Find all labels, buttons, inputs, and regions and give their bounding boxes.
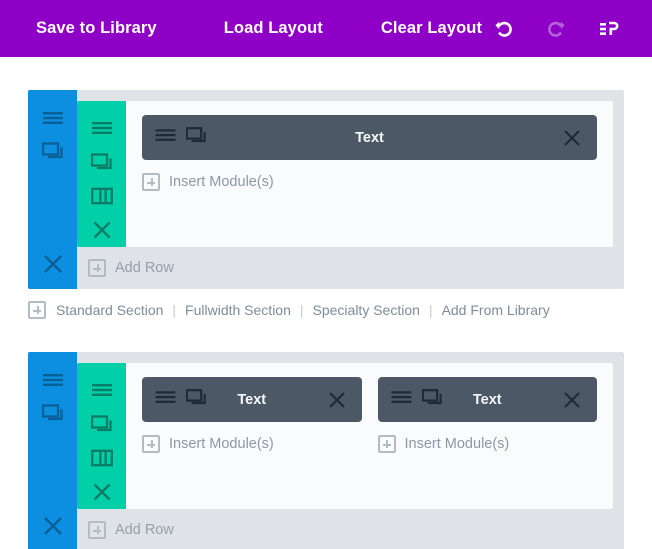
row-1-1[interactable]: Text Insert Module(s) xyxy=(77,101,613,247)
clear-layout-button[interactable]: Clear Layout xyxy=(381,19,482,38)
section-duplicate-icon[interactable] xyxy=(35,134,71,167)
row-columns-icon[interactable] xyxy=(84,441,120,475)
section-1-body: Text Insert Module(s) Add Row xyxy=(77,90,624,289)
row-settings-icon[interactable] xyxy=(84,111,120,145)
module-delete-icon[interactable] xyxy=(561,127,583,149)
section-settings-icon[interactable] xyxy=(35,101,71,134)
section-insert-links-1: Standard Section | Fullwidth Section | S… xyxy=(28,301,624,319)
section-duplicate-icon[interactable] xyxy=(35,396,71,429)
module-title: Text xyxy=(355,129,384,146)
plus-icon xyxy=(377,435,396,453)
plus-icon xyxy=(28,301,46,319)
column-1-1-1[interactable]: Text Insert Module(s) xyxy=(142,115,597,231)
section-block-2: Text Insert Module(s) Text Insert Module… xyxy=(0,352,652,549)
insert-modules-button-3[interactable]: Insert Module(s) xyxy=(377,435,598,453)
add-row-button-1[interactable]: Add Row xyxy=(77,247,624,289)
section-2-body: Text Insert Module(s) Text Insert Module… xyxy=(77,352,624,549)
history-icon[interactable] xyxy=(582,9,634,49)
fullwidth-section-link[interactable]: Fullwidth Section xyxy=(185,302,291,318)
section-2-controls xyxy=(28,352,77,549)
module-delete-icon[interactable] xyxy=(326,389,348,411)
insert-modules-label: Insert Module(s) xyxy=(404,436,510,452)
module-delete-icon[interactable] xyxy=(561,389,583,411)
column-2-1-1[interactable]: Text Insert Module(s) xyxy=(142,377,362,493)
redo-icon[interactable] xyxy=(530,9,582,49)
standard-section-2[interactable]: Text Insert Module(s) Text Insert Module… xyxy=(28,352,624,549)
row-delete-icon[interactable] xyxy=(84,213,120,247)
add-row-button-2[interactable]: Add Row xyxy=(77,509,624,549)
row-settings-icon[interactable] xyxy=(84,373,120,407)
standard-section-link[interactable]: Standard Section xyxy=(56,302,163,318)
row-2-1-columns: Text Insert Module(s) Text Insert Module… xyxy=(126,363,613,509)
section-delete-icon[interactable] xyxy=(35,247,71,280)
plus-icon xyxy=(88,259,106,277)
load-layout-button[interactable]: Load Layout xyxy=(224,19,323,38)
insert-modules-label: Insert Module(s) xyxy=(169,174,274,190)
column-2-1-2[interactable]: Text Insert Module(s) xyxy=(377,377,598,493)
row-1-1-controls xyxy=(77,101,126,247)
insert-modules-button-1[interactable]: Insert Module(s) xyxy=(142,173,597,191)
module-settings-icon[interactable] xyxy=(155,128,176,148)
save-to-library-button[interactable]: Save to Library xyxy=(36,19,157,38)
module-3-icon-group xyxy=(391,388,443,411)
module-text-1[interactable]: Text xyxy=(142,115,597,160)
module-duplicate-icon[interactable] xyxy=(421,388,443,411)
add-from-library-link[interactable]: Add From Library xyxy=(442,302,550,318)
add-row-label: Add Row xyxy=(115,522,174,538)
module-duplicate-icon[interactable] xyxy=(185,388,207,411)
add-row-label: Add Row xyxy=(115,260,174,276)
row-columns-icon[interactable] xyxy=(84,179,120,213)
row-duplicate-icon[interactable] xyxy=(84,407,120,441)
link-separator: | xyxy=(172,302,177,318)
module-duplicate-icon[interactable] xyxy=(185,126,207,149)
row-2-1-controls xyxy=(77,363,126,509)
specialty-section-link[interactable]: Specialty Section xyxy=(313,302,420,318)
section-delete-icon[interactable] xyxy=(35,509,71,542)
undo-icon[interactable] xyxy=(478,9,530,49)
plus-icon xyxy=(88,521,106,539)
link-separator: | xyxy=(428,302,433,318)
toolbar-icon-group xyxy=(478,0,634,57)
link-separator: | xyxy=(299,302,304,318)
module-text-3[interactable]: Text xyxy=(377,377,597,422)
plus-icon xyxy=(142,435,160,453)
row-1-1-columns: Text Insert Module(s) xyxy=(126,101,613,247)
module-settings-icon[interactable] xyxy=(391,390,412,410)
builder-toolbar: Save to Library Load Layout Clear Layout xyxy=(0,0,652,57)
plus-icon xyxy=(142,173,160,191)
module-text-2[interactable]: Text xyxy=(142,377,362,422)
section-settings-icon[interactable] xyxy=(35,363,71,396)
section-1-controls xyxy=(28,90,77,289)
insert-modules-label: Insert Module(s) xyxy=(169,436,274,452)
module-1-icon-group xyxy=(155,126,207,149)
row-2-1[interactable]: Text Insert Module(s) Text Insert Module… xyxy=(77,363,613,509)
row-delete-icon[interactable] xyxy=(84,475,120,509)
row-duplicate-icon[interactable] xyxy=(84,145,120,179)
module-2-icon-group xyxy=(155,388,207,411)
insert-modules-button-2[interactable]: Insert Module(s) xyxy=(142,435,362,453)
module-settings-icon[interactable] xyxy=(155,390,176,410)
builder-canvas: Text Insert Module(s) Add Row Standard S… xyxy=(0,90,652,549)
standard-section-1[interactable]: Text Insert Module(s) Add Row xyxy=(28,90,624,289)
section-block-1: Text Insert Module(s) Add Row Standard S… xyxy=(0,90,652,319)
